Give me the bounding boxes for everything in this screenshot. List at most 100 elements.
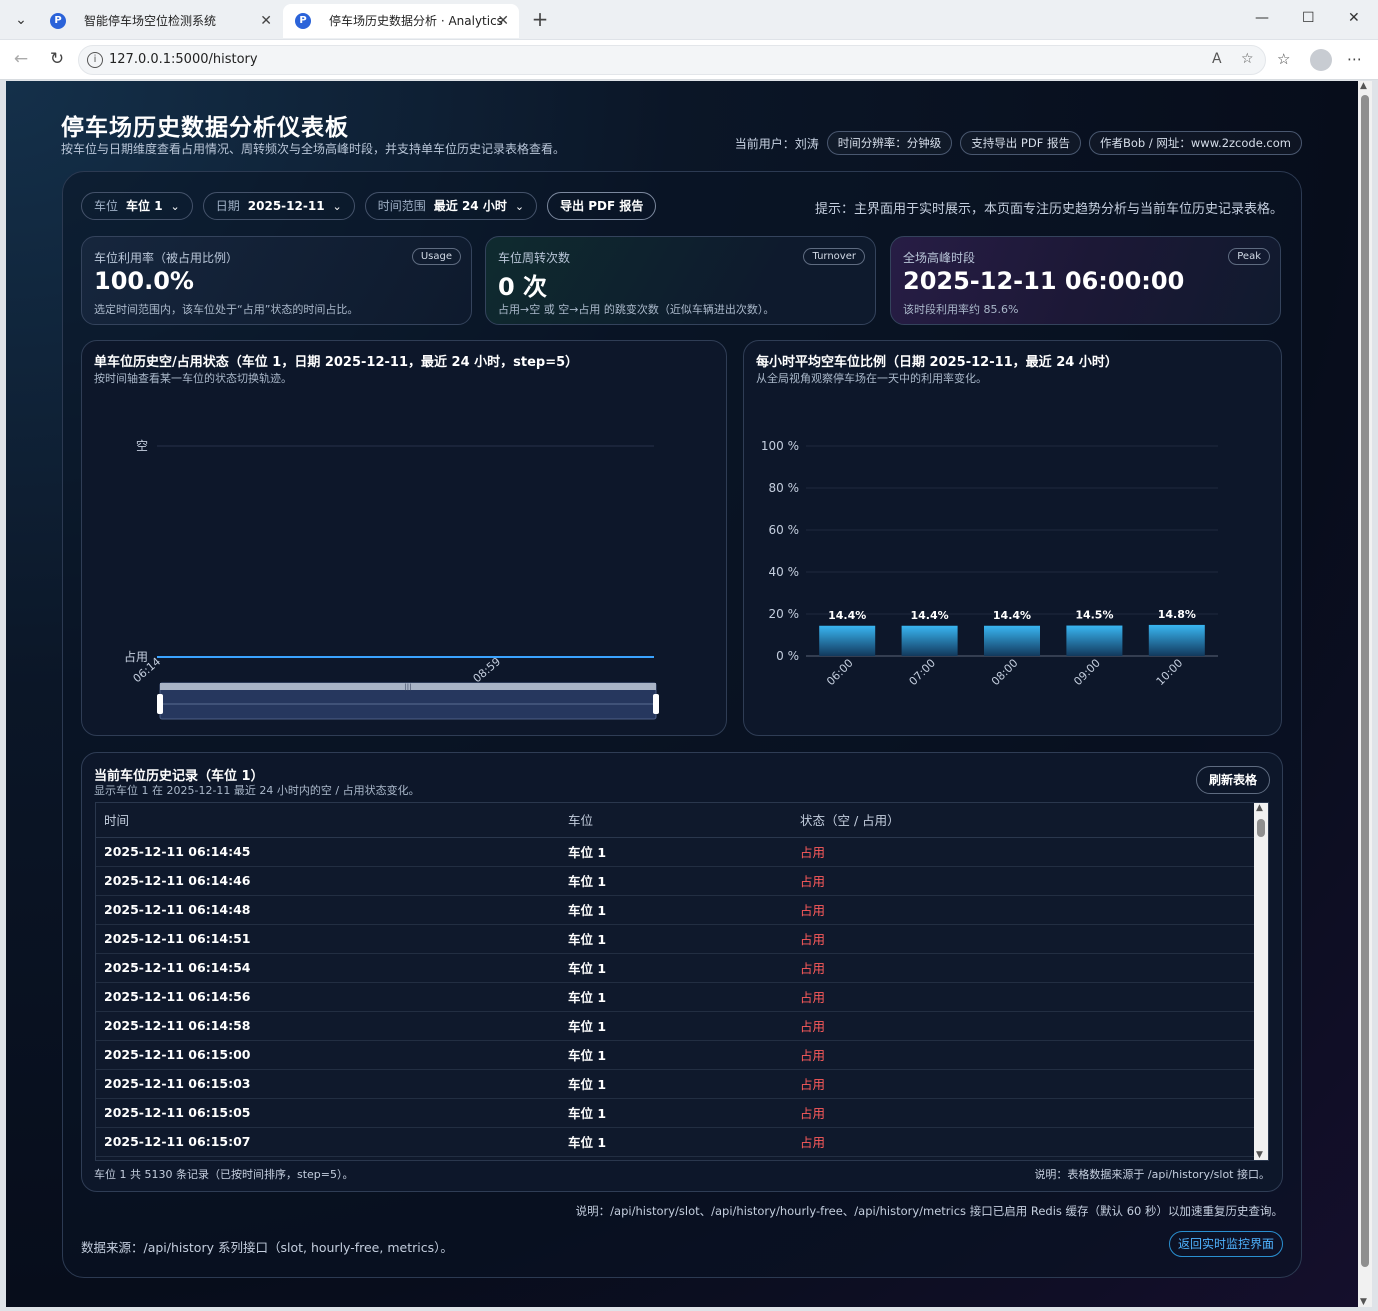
page-scroll-thumb[interactable] [1361, 95, 1369, 1267]
range-select-value: 最近 24 小时 [433, 199, 507, 213]
x-tick-label: 08:59 [471, 655, 504, 685]
cell-time: 2025-12-11 06:15:05 [96, 1098, 560, 1128]
browser-tab-bar: ⌄ P 智能停车场空位检测系统 ✕ P 停车场历史数据分析 · Analytic… [0, 0, 1378, 40]
export-pdf-button[interactable]: 导出 PDF 报告 [547, 192, 657, 220]
bar [1148, 624, 1205, 656]
table-scrollbar[interactable]: ▲ ▼ [1254, 803, 1268, 1160]
pdf-support-pill: 支持导出 PDF 报告 [960, 131, 1081, 155]
card-note: 占用→空 或 空→占用 的跳变次数（近似车辆进出次数）。 [498, 303, 775, 316]
page-scrollbar[interactable]: ▲ ▼ [1358, 81, 1372, 1307]
cell-slot: 车位 1 [560, 953, 792, 983]
table-row: 2025-12-11 06:14:51 车位 1 占用 [96, 924, 1256, 954]
close-tab-icon[interactable]: ✕ [260, 4, 272, 38]
profile-avatar[interactable] [1310, 49, 1332, 71]
cell-status: 占用 [792, 866, 1256, 896]
table-scroll-area[interactable]: 时间 车位 状态（空 / 占用） 2025-12-11 06:14:45 车位 1… [95, 802, 1269, 1161]
table-row: 2025-12-11 06:15:05 车位 1 占用 [96, 1098, 1256, 1128]
bar-data-label: 14.8% [1158, 608, 1196, 621]
author-pill: 作者Bob / 网址：www.2zcode.com [1088, 131, 1302, 155]
table-row: 2025-12-11 06:14:56 车位 1 占用 [96, 982, 1256, 1012]
tab-title: 智能停车场空位检测系统 [84, 14, 217, 28]
filter-bar: 车位 车位 1 ⌄ 日期 2025-12-11 ⌄ 时间范围 最近 24 小时 ⌄ 导出 P… [81, 192, 657, 220]
chevron-down-icon: ⌄ [332, 200, 342, 213]
read-aloud-icon[interactable]: A [1212, 51, 1222, 67]
tab-list-chevron-icon[interactable]: ⌄ [8, 8, 34, 32]
card-label: 全场高峰时段 [903, 251, 976, 265]
bar [1066, 625, 1123, 656]
page-subtitle: 按车位与日期维度查看占用情况、周转频次与全场高峰时段，并支持单车位历史记录表格查… [61, 142, 566, 156]
refresh-table-button[interactable]: 刷新表格 [1195, 766, 1270, 794]
table-scroll-thumb[interactable] [1257, 819, 1265, 837]
card-badge: Turnover [803, 248, 865, 265]
scroll-down-icon[interactable]: ▼ [1360, 1297, 1367, 1307]
cell-time: 2025-12-11 06:14:56 [96, 982, 560, 1012]
reload-icon[interactable]: ↻ [46, 49, 68, 69]
y-tick-label: 80 % [769, 481, 800, 495]
y-tick-label: 20 % [769, 607, 800, 621]
cell-slot: 车位 1 [560, 1069, 792, 1099]
address-bar: ← ↻ i 127.0.0.1:5000/history A ☆ ☆ ⋯ [0, 40, 1378, 80]
date-select[interactable]: 日期 2025-12-11 ⌄ [202, 192, 355, 220]
x-tick-label: 07:00 [907, 657, 939, 689]
cache-note: 说明：/api/history/slot、/api/history/hourly… [575, 1204, 1283, 1218]
minimize-icon[interactable]: — [1255, 10, 1269, 26]
more-menu-icon[interactable]: ⋯ [1347, 50, 1362, 68]
scroll-up-icon[interactable]: ▲ [1256, 803, 1263, 813]
maximize-icon[interactable]: ☐ [1302, 10, 1315, 26]
card-badge: Peak [1228, 248, 1270, 265]
table-row: 2025-12-11 06:15:07 车位 1 占用 [96, 1127, 1256, 1157]
url-field[interactable]: i 127.0.0.1:5000/history A ☆ [78, 45, 1266, 75]
zoom-handle-right [653, 694, 659, 714]
cell-status: 占用 [792, 924, 1256, 954]
table-row: 2025-12-11 06:15:03 车位 1 占用 [96, 1069, 1256, 1099]
date-select-label: 日期 [215, 199, 240, 213]
page-tip: 提示：主界面用于实时展示，本页面专注历史趋势分析与当前车位历史记录表格。 [814, 202, 1283, 217]
cell-status: 占用 [792, 1011, 1256, 1041]
date-select-value: 2025-12-11 [247, 199, 325, 213]
bar [984, 625, 1040, 656]
bar-data-label: 14.5% [1075, 609, 1113, 622]
scroll-down-icon[interactable]: ▼ [1256, 1150, 1263, 1160]
back-to-monitor-button[interactable]: 返回实时监控界面 [1168, 1231, 1283, 1257]
browser-tab-1[interactable]: P 智能停车场空位检测系统 ✕ [38, 4, 282, 38]
slot-select[interactable]: 车位 车位 1 ⌄ [81, 192, 193, 220]
card-label: 车位利用率（被占用比例） [94, 251, 239, 265]
x-tick-label: 06:00 [824, 657, 856, 689]
favorites-icon[interactable]: ☆ [1277, 50, 1290, 68]
usage-card: 车位利用率（被占用比例） Usage 100.0% 选定时间范围内，该车位处于“… [81, 236, 472, 325]
slot-select-value: 车位 1 [126, 199, 163, 213]
new-tab-icon[interactable]: + [528, 8, 552, 32]
hourly-bar-svg: 0 % 20 % 40 % 60 % 80 % 100 % 14.4% 06:00 14.4% 0… [761, 439, 1218, 689]
back-icon[interactable]: ← [10, 49, 32, 69]
current-user: 当前用户：刘涛 [734, 136, 819, 151]
slot-status-chart: 单车位历史空/占用状态（车位 1，日期 2025-12-11，最近 24 小时，… [81, 340, 727, 736]
card-value: 2025-12-11 06:00:00 [903, 267, 1185, 295]
column-header-status: 状态（空 / 占用） [792, 803, 1256, 838]
close-window-icon[interactable]: ✕ [1348, 10, 1360, 26]
y-tick-label: 空 [136, 439, 148, 453]
cell-status: 占用 [792, 1098, 1256, 1128]
scroll-up-icon[interactable]: ▲ [1360, 81, 1367, 91]
card-note: 该时段利用率约 85.6% [903, 303, 1019, 316]
browser-tab-2[interactable]: P 停车场历史数据分析 · Analytics ✕ [283, 4, 519, 38]
cell-time: 2025-12-11 06:15:00 [96, 1040, 560, 1070]
url-text: 127.0.0.1:5000/history [109, 52, 258, 67]
bar-data-label: 14.4% [993, 609, 1031, 622]
cell-slot: 车位 1 [560, 866, 792, 896]
table-row: 2025-12-11 06:15:00 车位 1 占用 [96, 1040, 1256, 1070]
cell-slot: 车位 1 [560, 1040, 792, 1070]
bar [819, 625, 876, 656]
range-select[interactable]: 时间范围 最近 24 小时 ⌄ [364, 192, 538, 220]
cell-status: 占用 [792, 1127, 1256, 1157]
cell-slot: 车位 1 [560, 895, 792, 925]
hourly-free-chart: 每小时平均空车位比例（日期 2025-12-11，最近 24 小时） 从全局视角… [743, 340, 1282, 736]
favorite-star-icon[interactable]: ☆ [1241, 51, 1254, 67]
close-tab-icon[interactable]: ✕ [497, 4, 509, 38]
main-panel: 车位 车位 1 ⌄ 日期 2025-12-11 ⌄ 时间范围 最近 24 小时 ⌄ 导出 P… [62, 171, 1302, 1278]
site-favicon-icon: P [295, 13, 311, 29]
x-tick-label: 09:00 [1071, 657, 1103, 689]
y-tick-label: 100 % [761, 439, 799, 453]
cell-status: 占用 [792, 982, 1256, 1012]
site-info-icon[interactable]: i [87, 52, 103, 68]
cell-slot: 车位 1 [560, 837, 792, 867]
